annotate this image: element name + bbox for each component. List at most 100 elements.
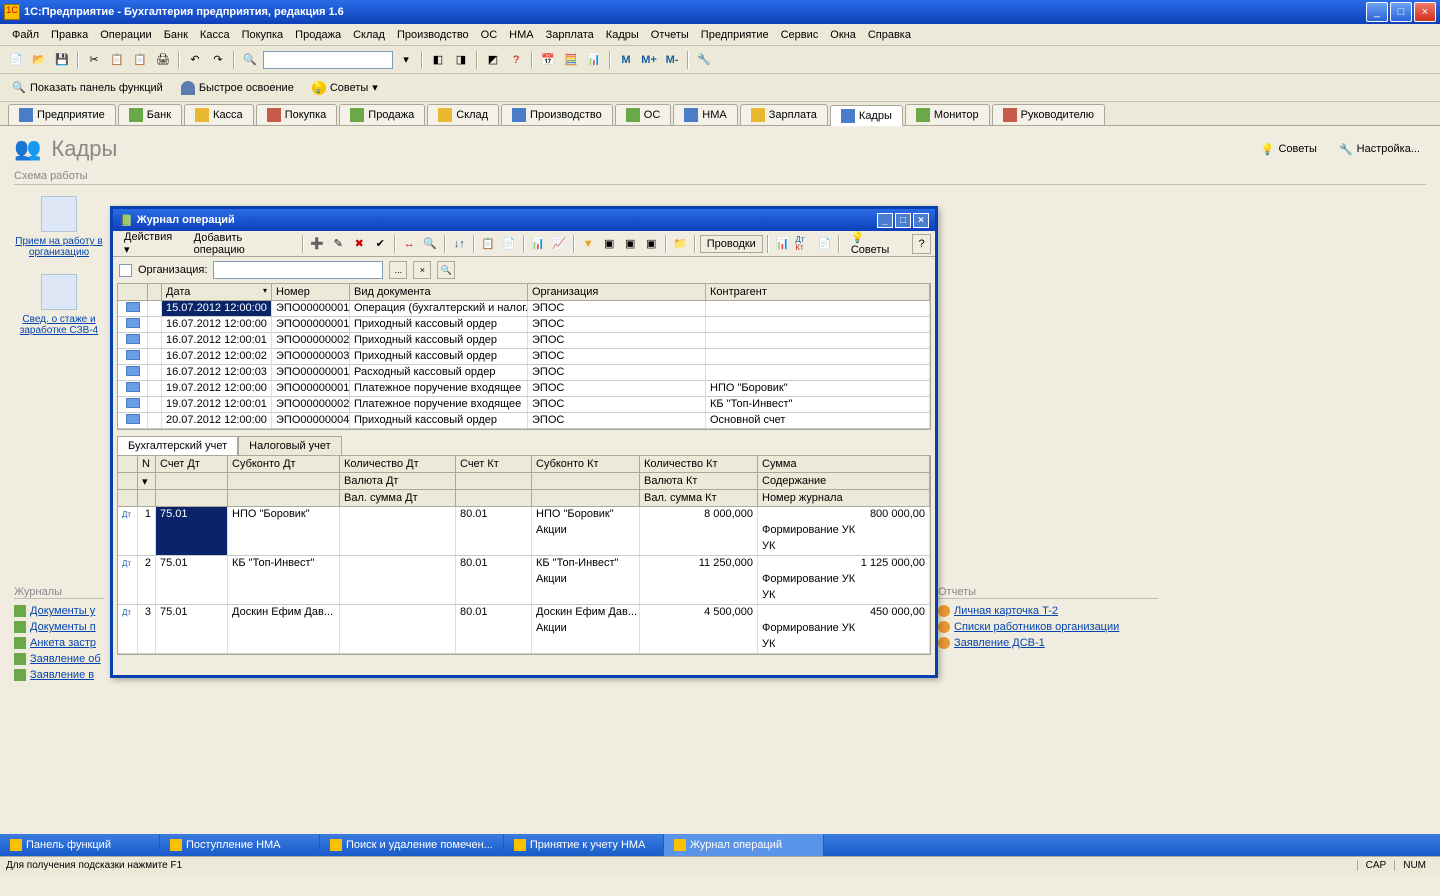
tb-i10-icon[interactable]: ▣ [621, 234, 640, 254]
calc-icon[interactable]: 🧮 [561, 50, 581, 70]
advice-button[interactable]: 💡Советы ▾ [306, 79, 384, 97]
journal-link[interactable]: Документы п [14, 621, 104, 633]
tb-icon-3[interactable]: ◩ [483, 50, 503, 70]
tb-i8-icon[interactable]: 📈 [550, 234, 569, 254]
dialog-minimize-button[interactable]: _ [877, 213, 893, 228]
task-nma-accept[interactable]: Принятие к учету НМА [504, 834, 664, 856]
tb-icon-2[interactable]: ◨ [451, 50, 471, 70]
tb-add-icon[interactable]: ➕ [308, 234, 327, 254]
new-doc-icon[interactable]: 📄 [6, 50, 26, 70]
tb-icon-4[interactable]: 📊 [584, 50, 604, 70]
task-nma-in[interactable]: Поступление НМА [160, 834, 320, 856]
search-input[interactable] [263, 51, 393, 69]
menu-salary[interactable]: Зарплата [540, 27, 600, 43]
table-row[interactable]: 16.07.2012 12:00:03ЭПО00000001Расходный … [118, 365, 930, 381]
tb-mark-icon[interactable]: ✔ [371, 234, 390, 254]
tab-manager[interactable]: Руководителю [992, 104, 1105, 125]
menu-enterprise[interactable]: Предприятие [695, 27, 775, 43]
org-checkbox[interactable] [119, 264, 132, 277]
page-settings-button[interactable]: 🔧Настройка... [1333, 141, 1426, 158]
menu-bank[interactable]: Банк [158, 27, 194, 43]
report-link[interactable]: Заявление ДСВ-1 [938, 637, 1158, 649]
report-link[interactable]: Личная карточка T-2 [938, 605, 1158, 617]
menu-kadry[interactable]: Кадры [600, 27, 645, 43]
sidebar-item-hire[interactable]: Прием на работу в организацию [14, 196, 104, 258]
report-link[interactable]: Списки работников организации [938, 621, 1158, 633]
menu-kassa[interactable]: Касса [194, 27, 236, 43]
tb-i14-icon[interactable]: 📄 [815, 234, 834, 254]
table-row[interactable]: 20.07.2012 12:00:00ЭПО00000004Приходный … [118, 413, 930, 429]
mplus-button[interactable]: M+ [639, 50, 659, 70]
calendar-icon[interactable]: 📅 [538, 50, 558, 70]
dropdown-icon[interactable]: ▾ [396, 50, 416, 70]
org-clear-button[interactable]: × [413, 261, 431, 279]
show-panel-button[interactable]: 🔍Показать панель функций [6, 79, 169, 97]
m-button[interactable]: M [616, 50, 636, 70]
grid-body[interactable]: 15.07.2012 12:00:00ЭПО00000001Операция (… [118, 301, 930, 429]
tb-dtkt-icon[interactable]: ДтКт [794, 234, 813, 254]
task-journal[interactable]: Журнал операций [664, 834, 824, 856]
find-icon[interactable]: 🔍 [240, 50, 260, 70]
table-row[interactable]: 15.07.2012 12:00:00ЭПО00000001Операция (… [118, 301, 930, 317]
save-icon[interactable]: 💾 [52, 50, 72, 70]
detail-row[interactable]: ДтКт175.01НПО "Боровик"80.01НПО "Боровик… [118, 507, 930, 556]
detail-body[interactable]: ДтКт175.01НПО "Боровик"80.01НПО "Боровик… [118, 507, 930, 654]
tb-i12-icon[interactable]: 📁 [671, 234, 690, 254]
menu-operations[interactable]: Операции [94, 27, 157, 43]
tb-i6-icon[interactable]: 📄 [500, 234, 519, 254]
tab-bank[interactable]: Банк [118, 104, 182, 125]
tb-i5-icon[interactable]: 📋 [479, 234, 498, 254]
tb-filter-icon[interactable]: ▼ [579, 234, 598, 254]
sidebar-item-szv4[interactable]: Свед. о стаже и заработке СЗВ-4 [14, 274, 104, 336]
tab-sklad[interactable]: Склад [427, 104, 499, 125]
tb-icon-1[interactable]: ◧ [428, 50, 448, 70]
help-icon[interactable]: ? [506, 50, 526, 70]
task-panel[interactable]: Панель функций [0, 834, 160, 856]
tb-i7-icon[interactable]: 📊 [529, 234, 548, 254]
tb-i11-icon[interactable]: ▣ [642, 234, 661, 254]
menu-windows[interactable]: Окна [824, 27, 862, 43]
menu-edit[interactable]: Правка [45, 27, 94, 43]
menu-os[interactable]: ОС [475, 27, 504, 43]
page-advice-button[interactable]: 💡Советы [1255, 141, 1323, 158]
undo-icon[interactable]: ↶ [185, 50, 205, 70]
quick-button[interactable]: Быстрое освоение [175, 79, 300, 97]
tab-nma[interactable]: НМА [673, 104, 737, 125]
tb-find-icon[interactable]: 🔍 [421, 234, 440, 254]
tab-enterprise[interactable]: Предприятие [8, 104, 116, 125]
org-input[interactable] [213, 261, 383, 279]
dialog-advice-button[interactable]: 💡 Советы [844, 228, 910, 259]
tab-monitor[interactable]: Монитор [905, 104, 990, 125]
menu-help[interactable]: Справка [862, 27, 917, 43]
menu-nma[interactable]: НМА [503, 27, 539, 43]
task-search-del[interactable]: Поиск и удаление помечен... [320, 834, 504, 856]
menu-reports[interactable]: Отчеты [645, 27, 695, 43]
menu-sklad[interactable]: Склад [347, 27, 391, 43]
paste-icon[interactable]: 📋 [130, 50, 150, 70]
tab-salary[interactable]: Зарплата [740, 104, 828, 125]
dialog-help-button[interactable]: ? [912, 234, 931, 254]
tab-purchase[interactable]: Покупка [256, 104, 338, 125]
tab-production[interactable]: Производство [501, 104, 613, 125]
provodki-button[interactable]: Проводки [700, 235, 763, 253]
table-row[interactable]: 19.07.2012 12:00:00ЭПО00000001Платежное … [118, 381, 930, 397]
journal-link[interactable]: Документы у [14, 605, 104, 617]
tab-kadry[interactable]: Кадры [830, 105, 903, 126]
menu-purchase[interactable]: Покупка [236, 27, 290, 43]
journal-link[interactable]: Заявление в [14, 669, 104, 681]
maximize-button[interactable]: □ [1390, 2, 1412, 22]
tb-refresh-icon[interactable]: ↓↑ [450, 234, 469, 254]
redo-icon[interactable]: ↷ [208, 50, 228, 70]
menu-production[interactable]: Производство [391, 27, 475, 43]
settings-icon[interactable]: 🔧 [694, 50, 714, 70]
menu-file[interactable]: Файл [6, 27, 45, 43]
detail-row[interactable]: ДтКт375.01Доскин Ефим Дав...80.01Доскин … [118, 605, 930, 654]
tb-del-icon[interactable]: ✖ [350, 234, 369, 254]
close-button[interactable]: × [1414, 2, 1436, 22]
tab-kassa[interactable]: Касса [184, 104, 254, 125]
dialog-maximize-button[interactable]: □ [895, 213, 911, 228]
table-row[interactable]: 19.07.2012 12:00:01ЭПО00000002Платежное … [118, 397, 930, 413]
tab-nalog[interactable]: Налоговый учет [238, 436, 342, 455]
minimize-button[interactable]: _ [1366, 2, 1388, 22]
tab-buh[interactable]: Бухгалтерский учет [117, 436, 238, 455]
